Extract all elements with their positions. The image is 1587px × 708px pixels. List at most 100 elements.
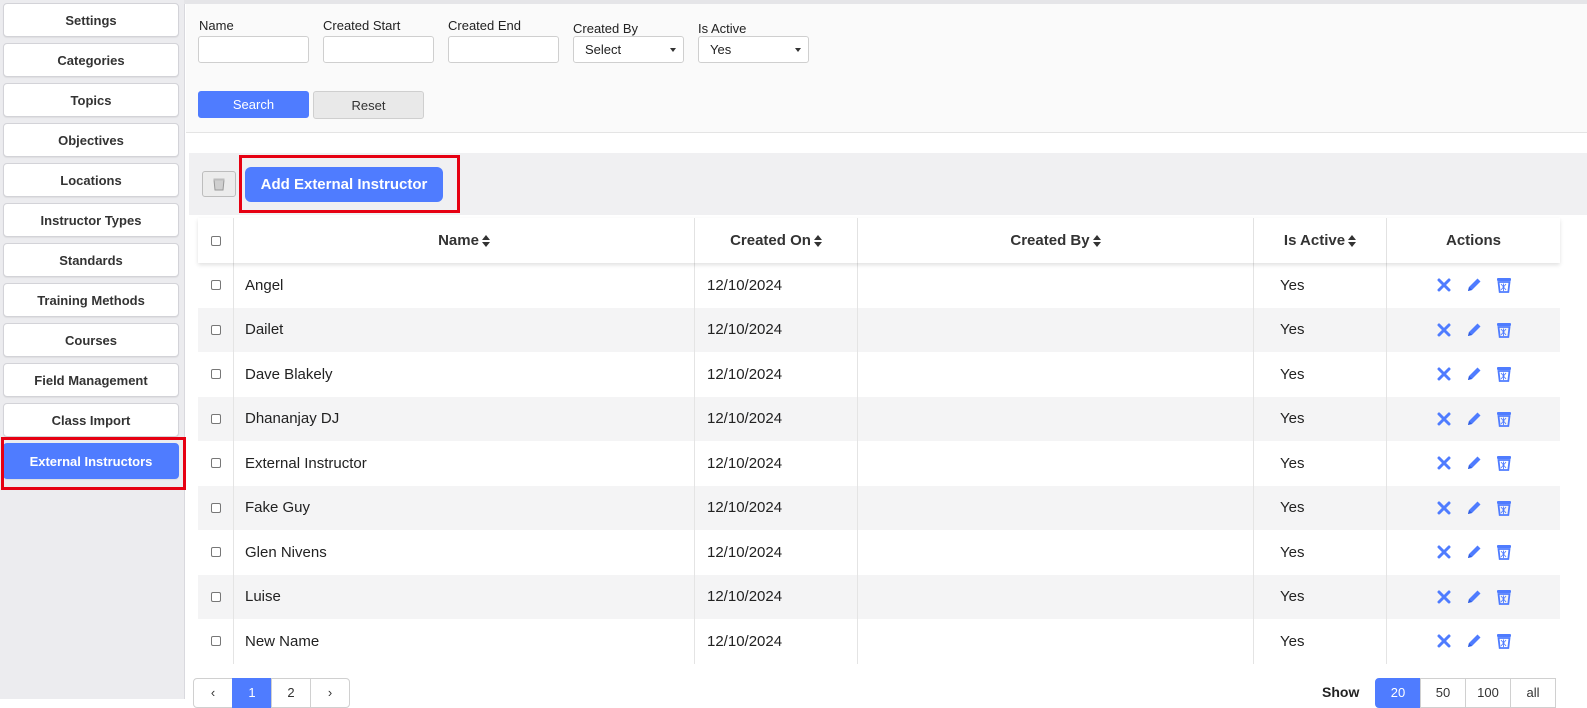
sidebar-item-objectives[interactable]: Objectives <box>3 123 179 157</box>
add-external-instructor-button[interactable]: Add External Instructor <box>245 167 443 202</box>
reset-button[interactable]: Reset <box>313 91 424 119</box>
close-icon[interactable] <box>1435 588 1453 606</box>
close-icon[interactable] <box>1435 321 1453 339</box>
column-header-actions-label: Actions <box>1445 232 1501 249</box>
sidebar-item-field-management[interactable]: Field Management <box>3 363 179 397</box>
close-icon[interactable] <box>1435 276 1453 294</box>
column-header-is-active[interactable]: Is Active <box>1254 218 1387 263</box>
is-active-cell: Yes <box>1254 485 1387 530</box>
prev-page-button[interactable]: ‹ <box>193 678 233 708</box>
sidebar-item-training-methods[interactable]: Training Methods <box>3 283 179 317</box>
page-size-all[interactable]: all <box>1510 678 1556 708</box>
pencil-icon[interactable] <box>1465 454 1483 472</box>
row-checkbox[interactable] <box>210 547 221 558</box>
caret-down-icon <box>795 48 801 52</box>
pencil-icon[interactable] <box>1465 365 1483 383</box>
sidebar-item-class-import[interactable]: Class Import <box>3 403 179 437</box>
actions-cell <box>1387 530 1560 575</box>
is-active-select[interactable]: Yes <box>698 36 809 63</box>
sidebar-item-external-instructors[interactable]: External Instructors <box>3 443 179 479</box>
created-on-cell: 12/10/2024 <box>695 530 858 575</box>
sidebar-item-categories[interactable]: Categories <box>3 43 179 77</box>
row-checkbox[interactable] <box>210 591 221 602</box>
pencil-icon[interactable] <box>1465 410 1483 428</box>
search-button[interactable]: Search <box>198 91 309 118</box>
pencil-icon[interactable] <box>1465 543 1483 561</box>
column-header-name[interactable]: Name <box>234 218 695 263</box>
name-cell: Angel <box>234 263 695 308</box>
sidebar-item-courses[interactable]: Courses <box>3 323 179 357</box>
table-row: Fake Guy 12/10/2024 Yes <box>198 485 1560 530</box>
trash-icon[interactable] <box>1495 321 1513 339</box>
sidebar-item-instructor-types[interactable]: Instructor Types <box>3 203 179 237</box>
pencil-icon[interactable] <box>1465 321 1483 339</box>
name-cell: Glen Nivens <box>234 530 695 575</box>
name-cell: Fake Guy <box>234 485 695 530</box>
is-active-value: Yes <box>1280 588 1305 606</box>
close-icon[interactable] <box>1435 632 1453 650</box>
created-end-input[interactable] <box>448 36 559 63</box>
created-by-cell <box>858 307 1254 352</box>
row-checkbox[interactable] <box>210 324 221 335</box>
trash-icon[interactable] <box>1495 454 1513 472</box>
close-icon[interactable] <box>1435 365 1453 383</box>
next-page-button[interactable]: › <box>310 678 350 708</box>
actions-cell <box>1387 263 1560 308</box>
page-size-50[interactable]: 50 <box>1420 678 1466 708</box>
sort-icon <box>1348 234 1357 247</box>
trash-icon[interactable] <box>1495 543 1513 561</box>
row-checkbox[interactable] <box>210 369 221 380</box>
select-all-cell <box>198 218 234 263</box>
table-row: External Instructor 12/10/2024 Yes <box>198 441 1560 486</box>
trash-icon[interactable] <box>1495 276 1513 294</box>
close-icon[interactable] <box>1435 499 1453 517</box>
name-cell: Dailet <box>234 307 695 352</box>
name-value: Fake Guy <box>245 499 311 517</box>
pencil-icon[interactable] <box>1465 588 1483 606</box>
trash-icon[interactable] <box>1495 410 1513 428</box>
column-header-created-by[interactable]: Created By <box>858 218 1254 263</box>
row-checkbox[interactable] <box>210 502 221 513</box>
sidebar-item-locations[interactable]: Locations <box>3 163 179 197</box>
trash-icon[interactable] <box>1495 365 1513 383</box>
sidebar-item-settings[interactable]: Settings <box>3 3 179 37</box>
row-select-cell <box>198 396 234 441</box>
name-filter-label: Name <box>199 18 234 33</box>
close-icon[interactable] <box>1435 410 1453 428</box>
created-on-cell: 12/10/2024 <box>695 574 858 619</box>
created-by-select[interactable]: Select <box>573 36 684 63</box>
sidebar-item-standards[interactable]: Standards <box>3 243 179 277</box>
created-by-cell <box>858 263 1254 308</box>
row-checkbox[interactable] <box>210 458 221 469</box>
created-on-value: 12/10/2024 <box>707 454 783 472</box>
sidebar-item-topics[interactable]: Topics <box>3 83 179 117</box>
row-checkbox[interactable] <box>210 413 221 424</box>
close-icon[interactable] <box>1435 454 1453 472</box>
row-checkbox[interactable] <box>210 636 221 647</box>
page-button-1[interactable]: 1 <box>232 678 272 708</box>
column-header-created-on[interactable]: Created On <box>695 218 858 263</box>
is-active-value: Yes <box>1280 454 1305 472</box>
is-active-value: Yes <box>1280 632 1305 650</box>
page-size-100[interactable]: 100 <box>1465 678 1511 708</box>
trash-icon[interactable] <box>1495 588 1513 606</box>
row-select-cell <box>198 574 234 619</box>
created-by-cell <box>858 485 1254 530</box>
trash-icon <box>213 178 225 191</box>
row-checkbox[interactable] <box>210 280 221 291</box>
row-select-cell <box>198 441 234 486</box>
pencil-icon[interactable] <box>1465 632 1483 650</box>
pencil-icon[interactable] <box>1465 276 1483 294</box>
created-on-cell: 12/10/2024 <box>695 396 858 441</box>
select-all-checkbox[interactable] <box>210 235 221 246</box>
close-icon[interactable] <box>1435 543 1453 561</box>
trash-icon[interactable] <box>1495 632 1513 650</box>
created-start-input[interactable] <box>323 36 434 63</box>
pencil-icon[interactable] <box>1465 499 1483 517</box>
bulk-delete-button[interactable] <box>202 171 236 197</box>
page-size-20[interactable]: 20 <box>1375 678 1421 708</box>
trash-icon[interactable] <box>1495 499 1513 517</box>
name-value: Angel <box>245 276 284 294</box>
page-button-2[interactable]: 2 <box>271 678 311 708</box>
name-filter-input[interactable] <box>198 36 309 63</box>
